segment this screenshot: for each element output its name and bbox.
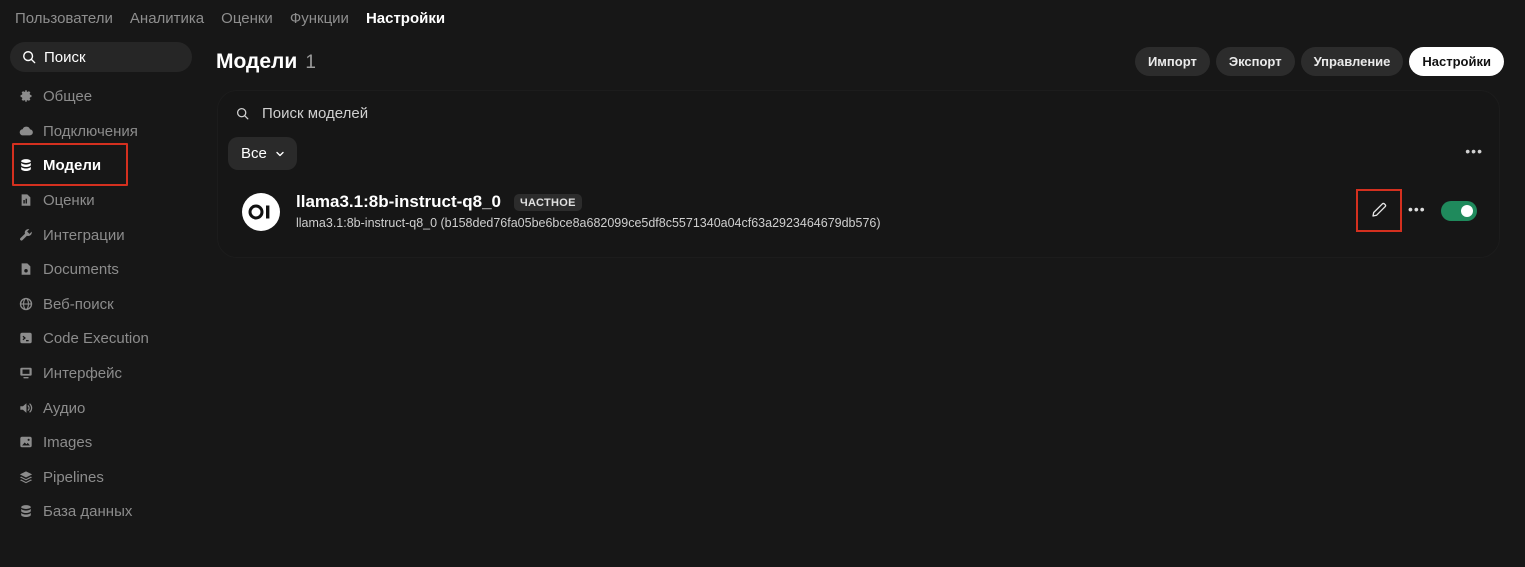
- sidebar-item-label: Интерфейс: [43, 364, 123, 382]
- chevron-down-icon: [276, 151, 284, 156]
- header-actions: Импорт Экспорт Управление Настройки: [1134, 47, 1504, 76]
- model-avatar: [242, 193, 280, 231]
- sidebar-item-interface[interactable]: Интерфейс: [18, 363, 122, 383]
- sidebar-item-web-search[interactable]: Веб-поиск: [18, 294, 114, 314]
- image-icon: [20, 436, 32, 448]
- model-search-input[interactable]: Поиск моделей: [236, 105, 368, 122]
- model-name: llama3.1:8b-instruct-q8_0: [296, 192, 502, 211]
- sidebar-item-code-execution[interactable]: Code Execution: [18, 328, 149, 348]
- nav-settings[interactable]: Настройки: [366, 10, 445, 28]
- sidebar-item-evaluations[interactable]: Оценки: [18, 190, 95, 210]
- sidebar-item-label: Интеграции: [43, 226, 125, 244]
- top-nav: Пользователи Аналитика Оценки Функции На…: [15, 10, 462, 28]
- sidebar-item-label: Pipelines: [43, 468, 104, 486]
- openwebui-logo-icon: [248, 204, 270, 220]
- speaker-icon: [20, 403, 33, 413]
- sidebar-item-label: Подключения: [43, 122, 138, 140]
- database-icon: [21, 505, 31, 517]
- model-search-placeholder: Поиск моделей: [262, 105, 369, 122]
- filter-label: Все: [241, 145, 267, 162]
- filter-dropdown[interactable]: Все: [228, 137, 297, 170]
- sidebar-item-label: Images: [43, 433, 93, 451]
- sidebar-item-label: Аудио: [43, 399, 86, 417]
- nav-analytics[interactable]: Аналитика: [130, 10, 204, 28]
- terminal-icon: [20, 332, 32, 344]
- models-panel: Поиск моделей Все ••• llama3.1:8b-instru…: [217, 90, 1500, 258]
- search-icon: [23, 51, 36, 64]
- gear-icon: [20, 90, 32, 102]
- model-enabled-toggle[interactable]: [1441, 201, 1477, 221]
- toggle-knob: [1461, 205, 1473, 217]
- sidebar-item-images[interactable]: Images: [18, 432, 92, 452]
- model-more-icon[interactable]: •••: [1408, 201, 1426, 217]
- sidebar-item-documents[interactable]: Documents: [18, 259, 119, 279]
- layers-icon: [19, 471, 33, 484]
- private-badge: ЧАСТНОЕ: [514, 194, 582, 211]
- more-options-icon[interactable]: •••: [1465, 143, 1483, 159]
- models-count: 1: [305, 52, 316, 73]
- wrench-icon: [20, 229, 32, 241]
- sidebar-item-integrations[interactable]: Интеграции: [18, 225, 125, 245]
- sidebar-item-label: Code Execution: [43, 329, 149, 347]
- sidebar-item-audio[interactable]: Аудио: [18, 398, 85, 418]
- sidebar-search-label: Поиск: [44, 48, 86, 66]
- nav-users[interactable]: Пользователи: [15, 10, 113, 28]
- globe-icon: [19, 297, 33, 311]
- page-title-text: Модели: [216, 50, 298, 73]
- sidebar-item-label: Общее: [43, 87, 93, 105]
- export-button[interactable]: Экспорт: [1215, 47, 1295, 76]
- nav-functions[interactable]: Функции: [290, 10, 349, 28]
- file-icon: [21, 263, 31, 275]
- sidebar-item-label: База данных: [43, 502, 133, 520]
- sidebar-item-general[interactable]: Общее: [18, 86, 92, 106]
- sidebar-item-pipelines[interactable]: Pipelines: [18, 467, 104, 487]
- monitor-icon: [20, 367, 32, 379]
- document-icon: [21, 194, 31, 206]
- sidebar-item-connections[interactable]: Подключения: [18, 121, 138, 141]
- sidebar-search-input[interactable]: Поиск: [10, 42, 192, 72]
- sidebar-item-database[interactable]: База данных: [18, 501, 132, 521]
- settings-button[interactable]: Настройки: [1409, 47, 1504, 76]
- search-icon: [236, 107, 249, 120]
- import-button[interactable]: Импорт: [1134, 47, 1210, 76]
- highlight-box-models: [12, 143, 128, 186]
- cloud-icon: [19, 126, 33, 136]
- nav-evaluations[interactable]: Оценки: [221, 10, 273, 28]
- manage-button[interactable]: Управление: [1300, 47, 1404, 76]
- sidebar-item-label: Documents: [43, 260, 119, 278]
- model-row[interactable]: llama3.1:8b-instruct-q8_0 ЧАСТНОЕ llama3…: [218, 183, 1499, 243]
- sidebar-item-label: Оценки: [43, 191, 95, 209]
- pencil-icon[interactable]: [1371, 202, 1387, 218]
- sidebar: Поиск: [10, 42, 192, 72]
- page-title: Модели 1: [216, 50, 316, 74]
- model-description: llama3.1:8b-instruct-q8_0 (b158ded76fa05…: [296, 216, 881, 230]
- sidebar-item-label: Веб-поиск: [43, 295, 114, 313]
